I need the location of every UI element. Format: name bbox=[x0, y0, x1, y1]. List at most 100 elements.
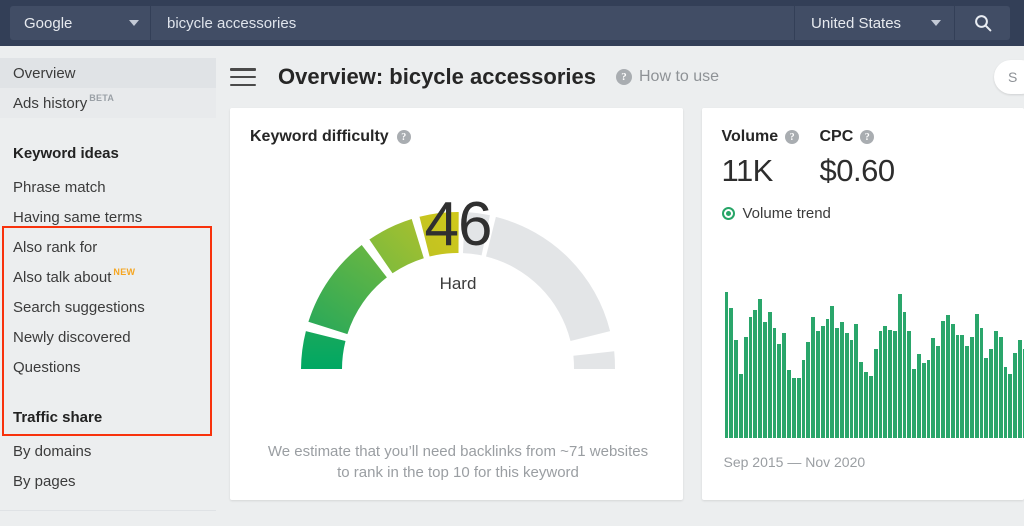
keyword-search-input[interactable]: bicycle accessories bbox=[150, 6, 794, 40]
bar bbox=[859, 362, 863, 438]
sidebar-heading-keyword-ideas: Keyword ideas bbox=[0, 140, 216, 166]
bar bbox=[773, 328, 777, 438]
beta-badge: BETA bbox=[89, 93, 114, 103]
bar bbox=[734, 340, 738, 438]
bar bbox=[980, 328, 984, 438]
sidebar-item-label: Newly discovered bbox=[13, 329, 131, 346]
volume-cpc-card: Volume ? 11K CPC ? $0.60 bbox=[702, 108, 1024, 500]
sidebar-item-also-talk-about[interactable]: Also talk about NEW bbox=[0, 262, 216, 292]
bar bbox=[854, 324, 858, 438]
volume-label: Volume bbox=[722, 128, 779, 146]
bar bbox=[739, 374, 743, 438]
bar bbox=[879, 331, 883, 438]
bar bbox=[922, 363, 926, 438]
bar bbox=[956, 335, 960, 438]
volume-trend-toggle[interactable]: Volume trend bbox=[702, 189, 1024, 222]
cpc-label: CPC bbox=[820, 128, 854, 146]
bar bbox=[970, 337, 974, 438]
bar bbox=[994, 331, 998, 438]
volume-trend-bar-chart bbox=[725, 278, 1024, 438]
sidebar-item-label: By domains bbox=[13, 443, 91, 460]
sidebar-item-label: By pages bbox=[13, 473, 76, 490]
bar bbox=[869, 376, 873, 438]
country-select[interactable]: United States bbox=[794, 6, 954, 40]
bar bbox=[951, 324, 955, 438]
how-to-use-label: How to use bbox=[639, 68, 719, 86]
bar bbox=[927, 360, 931, 438]
bar bbox=[888, 330, 892, 438]
sidebar-item-label: Also rank for bbox=[13, 239, 97, 256]
question-mark-icon[interactable]: ? bbox=[860, 130, 874, 144]
sidebar-item-phrase-match[interactable]: Phrase match bbox=[0, 172, 216, 202]
sidebar-item-by-domains[interactable]: By domains bbox=[0, 436, 216, 466]
header-right-button[interactable]: S bbox=[994, 60, 1024, 94]
bar bbox=[936, 346, 940, 438]
bar bbox=[941, 321, 945, 438]
cards-row: Keyword difficulty ? bbox=[216, 108, 1024, 500]
bar bbox=[744, 337, 748, 438]
bar bbox=[999, 337, 1003, 438]
bar bbox=[729, 308, 733, 438]
volume-trend-label: Volume trend bbox=[743, 205, 831, 222]
bar bbox=[989, 349, 993, 438]
bar bbox=[753, 310, 757, 438]
sidebar-item-having-same-terms[interactable]: Having same terms bbox=[0, 202, 216, 232]
sidebar-item-overview[interactable]: Overview bbox=[0, 58, 216, 88]
question-mark-icon[interactable]: ? bbox=[397, 130, 411, 144]
search-engine-select[interactable]: Google bbox=[10, 6, 150, 40]
keyword-search-value: bicycle accessories bbox=[167, 15, 296, 32]
bar bbox=[893, 331, 897, 438]
sidebar-item-search-suggestions[interactable]: Search suggestions bbox=[0, 292, 216, 322]
bar bbox=[758, 299, 762, 438]
sidebar-divider bbox=[0, 510, 216, 511]
radio-selected-icon bbox=[722, 207, 735, 220]
sidebar-item-ads-history[interactable]: Ads history BETA bbox=[0, 88, 216, 118]
sidebar-item-questions[interactable]: Questions bbox=[0, 352, 216, 382]
bar bbox=[797, 378, 801, 438]
sidebar-item-label: Search suggestions bbox=[13, 299, 145, 316]
bar bbox=[1018, 340, 1022, 438]
bar bbox=[1013, 353, 1017, 438]
sidebar-item-by-pages[interactable]: By pages bbox=[0, 466, 216, 496]
main-content: Overview: bicycle accessories ? How to u… bbox=[216, 46, 1024, 526]
keyword-difficulty-note-line1: We estimate that you’ll need backlinks f… bbox=[230, 441, 686, 463]
sidebar-item-label: Also talk about bbox=[13, 269, 111, 286]
bar bbox=[960, 335, 964, 438]
sidebar-item-newly-discovered[interactable]: Newly discovered bbox=[0, 322, 216, 352]
volume-label-row: Volume ? bbox=[722, 128, 820, 146]
top-search-bar: Google bicycle accessories United States bbox=[0, 0, 1024, 46]
bar bbox=[835, 328, 839, 438]
sidebar-item-label: Ads history bbox=[13, 95, 87, 112]
search-icon bbox=[974, 14, 992, 32]
bar bbox=[782, 333, 786, 438]
sidebar-item-label: Having same terms bbox=[13, 209, 142, 226]
question-mark-icon: ? bbox=[616, 69, 632, 85]
search-submit-button[interactable] bbox=[954, 6, 1010, 40]
bar bbox=[840, 322, 844, 438]
hamburger-menu-icon[interactable] bbox=[230, 68, 256, 86]
header-right-button-label: S bbox=[1008, 69, 1017, 85]
volume-metric: Volume ? 11K bbox=[722, 128, 820, 189]
bar bbox=[864, 372, 868, 438]
volume-trend-date-range: Sep 2015 — Nov 2020 bbox=[724, 454, 866, 470]
bar bbox=[802, 360, 806, 438]
new-badge: NEW bbox=[113, 267, 135, 277]
bar bbox=[792, 378, 796, 438]
bar bbox=[830, 306, 834, 438]
sidebar-item-also-rank-for[interactable]: Also rank for bbox=[0, 232, 216, 262]
keyword-difficulty-note: We estimate that you’ll need backlinks f… bbox=[230, 441, 686, 485]
chevron-down-icon bbox=[931, 20, 941, 26]
how-to-use-link[interactable]: ? How to use bbox=[616, 68, 719, 86]
keyword-difficulty-title: Keyword difficulty bbox=[250, 128, 389, 146]
bar bbox=[898, 294, 902, 438]
sidebar-heading-traffic-share: Traffic share bbox=[0, 404, 216, 430]
content-header: Overview: bicycle accessories ? How to u… bbox=[216, 46, 1024, 108]
bar bbox=[984, 358, 988, 438]
left-sidebar: Overview Ads history BETA Keyword ideas … bbox=[0, 46, 216, 526]
question-mark-icon[interactable]: ? bbox=[785, 130, 799, 144]
cpc-metric: CPC ? $0.60 bbox=[820, 128, 895, 189]
bar bbox=[768, 312, 772, 438]
bar bbox=[806, 342, 810, 438]
bar bbox=[821, 326, 825, 438]
bar bbox=[946, 315, 950, 438]
